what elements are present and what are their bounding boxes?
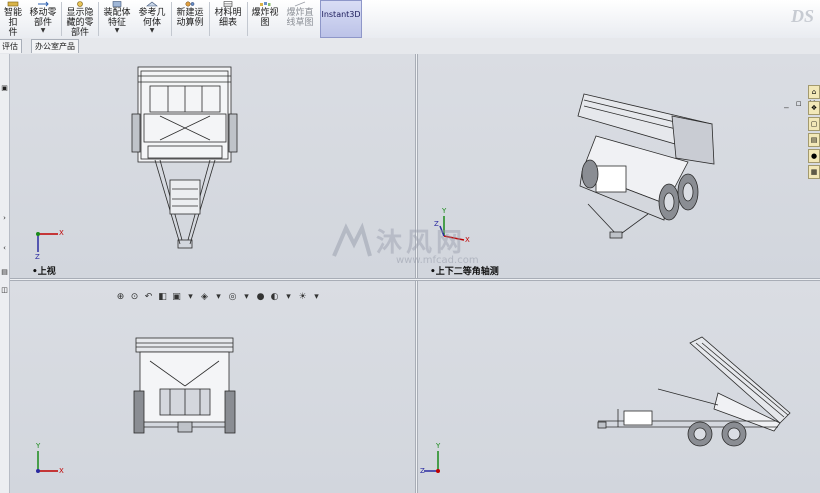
tab-evaluate[interactable]: 评估 [0,39,22,53]
show-hidden-components-button[interactable]: 显示隐 藏的零 部件 [64,0,96,38]
toolbar-divider [209,2,210,36]
tree-node-icon[interactable]: ◫ [0,286,9,294]
trailer-top-view-model [131,66,238,249]
assembly-feature-icon [112,1,122,7]
move-icon [38,1,49,7]
panel-icon[interactable]: ▣ [0,84,9,92]
toolbar-divider [171,2,172,36]
task-pane-tabs: ⌂ ❖ ▢ ▤ ● ▦ [808,85,820,181]
custom-properties-icon[interactable]: ▦ [808,165,820,179]
viewport-front-view[interactable]: ⊕ ⊙ ↶ ◧ ▣ ▾ ◈ ▾ ◎ ▾ ● ◐ ▾ ☀ ▾ Y X [10,281,415,493]
fastener-icon [7,1,19,7]
trailer-front-view-model [133,337,236,434]
viewport-right-view[interactable]: Y Z [418,281,820,493]
viewport-top-view[interactable]: X Z •上视 [10,54,415,278]
tree-node-icon[interactable]: ▤ [0,268,9,276]
show-hidden-icon [77,1,83,7]
move-component-button[interactable]: 移动零 部件 ▼ [27,0,59,38]
collapse-arrow-icon[interactable]: › [0,214,9,222]
chevron-down-icon[interactable]: ▼ [135,28,169,34]
home-icon[interactable]: ⌂ [808,85,820,99]
design-library-icon[interactable]: ❖ [808,101,820,115]
assembly-feature-button[interactable]: 装配体 特征 ▼ [101,0,133,38]
feature-manager-strip: ▣ › ‹ ▤ ◫ [0,54,10,493]
toolbar-divider [98,2,99,36]
bill-of-materials-button[interactable]: 材料明 细表 [211,0,245,38]
file-explorer-icon[interactable]: ▢ [808,117,820,131]
explode-line-icon [294,1,306,7]
toolbar-divider [61,2,62,36]
exploded-view-button[interactable]: 爆炸视 图 [248,0,282,38]
command-manager-tabs: 评估 办公室产品 [0,38,820,54]
coordinate-triad: Y X Z [434,207,470,244]
chevron-down-icon[interactable]: ▼ [27,28,59,34]
new-motion-study-button[interactable]: 新建运 动算例 [173,0,207,38]
coordinate-triad: X Z [35,229,64,261]
trailer-side-view-model [597,336,791,447]
reference-geometry-icon [146,1,158,7]
bom-icon [223,1,233,7]
instant3d-button[interactable]: Instant3D [320,0,362,38]
solidworks-logo: DS [790,6,814,26]
appearances-icon[interactable]: ● [808,149,820,163]
tab-office-products[interactable]: 办公室产品 [31,39,79,53]
trailer-dimetric-model [577,93,715,239]
viewport-label: •上下二等角轴测 [430,267,499,277]
command-manager: 智能扣 件 移动零 部件 ▼ 显示隐 藏的零 部件 装配体 特征 ▼ 参考几 何… [0,0,820,39]
reference-geometry-button[interactable]: 参考几 何体 ▼ [135,0,169,38]
viewport-splitter-horizontal[interactable] [10,278,820,281]
viewport-label: •上视 [32,267,56,277]
explode-line-sketch-button[interactable]: 爆炸直 线草图 [283,0,317,38]
exploded-view-icon [260,2,271,6]
coordinate-triad: Y Z [420,442,441,475]
motion-study-icon [185,1,195,7]
chevron-down-icon[interactable]: ▼ [101,28,133,34]
viewport-splitter-vertical[interactable] [415,54,418,493]
view-palette-icon[interactable]: ▤ [808,133,820,147]
viewport-dimetric-view[interactable]: Y X Z •上下二等角轴测 _ ▫ ✕ [418,54,820,278]
collapse-arrow-icon[interactable]: ‹ [0,244,9,252]
coordinate-triad: Y X [36,442,64,475]
smart-fastener-button[interactable]: 智能扣 件 [0,0,26,38]
